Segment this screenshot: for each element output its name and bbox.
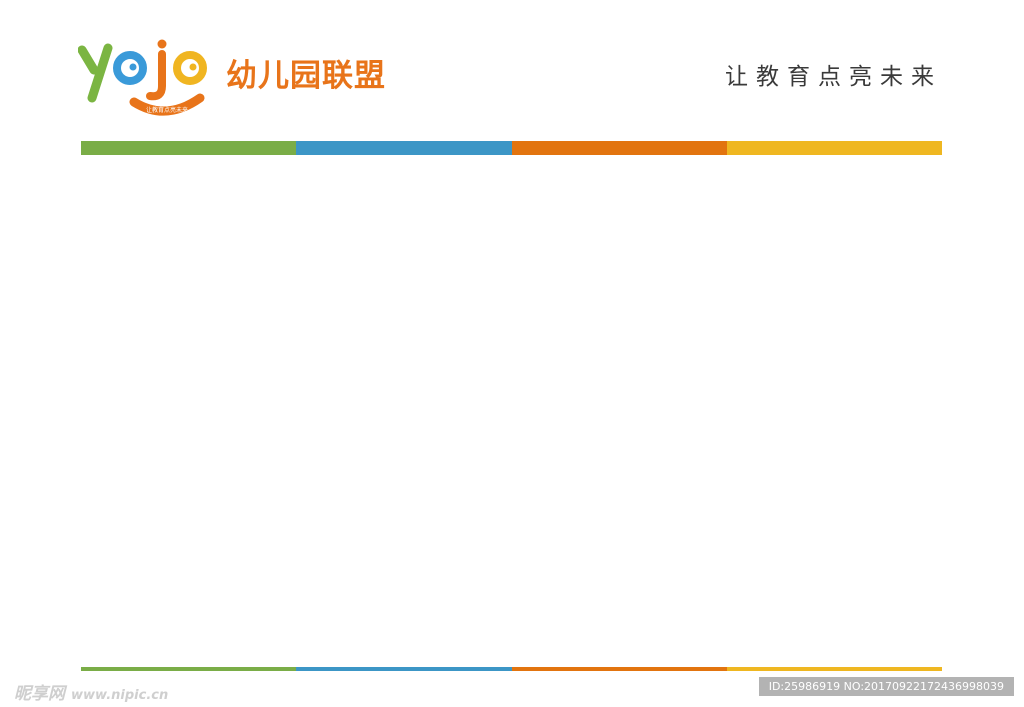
footer-stripe-green	[81, 667, 297, 671]
yojo-logo: 让教育点亮未来	[78, 36, 218, 120]
watermark-text: 昵享网	[14, 684, 65, 704]
site-watermark: 昵享网 www.nipic.cn	[14, 679, 168, 704]
logo-letter-j	[146, 50, 166, 101]
slogan-text: 让教育点亮未来	[725, 64, 942, 90]
stripe-green	[81, 141, 297, 155]
image-id-stamp: ID:25986919 NO:20170922172436998039	[758, 677, 1014, 696]
logo-letter-y	[78, 43, 113, 103]
stripe-orange	[511, 141, 727, 155]
yojo-logo-graphic: 让教育点亮未来	[78, 39, 207, 116]
watermark-url: www.nipic.cn	[71, 688, 169, 703]
header-color-stripe	[81, 141, 942, 155]
stripe-yellow	[726, 141, 942, 155]
logo-ribbon-text: 让教育点亮未来	[146, 106, 188, 114]
stripe-blue	[296, 141, 512, 155]
footer-color-stripe	[81, 667, 942, 671]
brand-name: 幼儿园联盟	[226, 58, 386, 94]
letterhead-page: 让教育点亮未来 幼儿园联盟 让教育点亮未来 昵享网 www.nipic.cn ID…	[0, 0, 1024, 707]
logo-letter-j-dot	[157, 39, 167, 49]
footer-stripe-yellow	[726, 667, 942, 671]
footer-stripe-orange	[511, 667, 727, 671]
footer-stripe-blue	[296, 667, 512, 671]
